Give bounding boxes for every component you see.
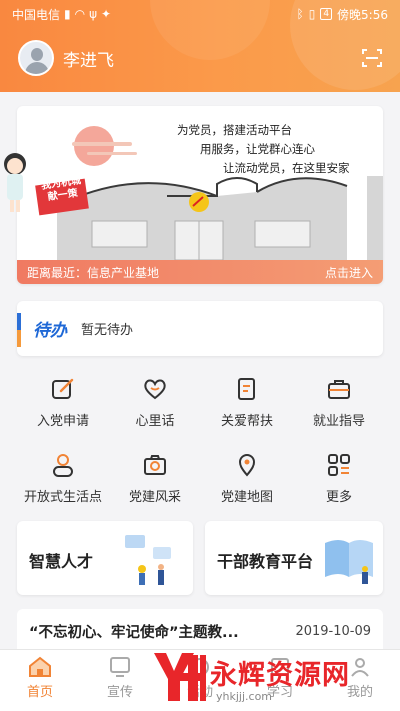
map-pin-icon (238, 454, 256, 477)
grid-item-living-point[interactable]: 开放式生活点 (17, 452, 109, 505)
wifi-icon: ◠ (74, 7, 86, 21)
news-title: “不忘初心、牢记使命”主题教... (29, 624, 239, 641)
tab-label: 首页 (26, 685, 53, 700)
grid-item-care[interactable]: 关爱帮扶 (201, 376, 293, 429)
briefcase-icon (328, 380, 350, 399)
grid-label: 更多 (325, 490, 352, 505)
status-bar: 中国电信 ▮ ◠ ψ ✦ ᛒ ▯ 4 傍晚5:56 (0, 0, 400, 28)
card-title: 干部教育平台 (217, 552, 314, 571)
battery-icon: 4 (320, 8, 333, 20)
card-cadre-education[interactable]: 干部教育平台 (205, 521, 383, 595)
watermark-url: yhkjjj.com (216, 690, 273, 703)
bird-icon: ✦ (101, 7, 112, 21)
vibrate-icon: ▯ (308, 7, 316, 21)
watermark-logo-icon (154, 653, 206, 701)
monitor-icon (110, 657, 130, 677)
todo-tag: 待办 (33, 321, 67, 341)
slogan-line: 让流动党员，在这里安家 (223, 161, 350, 175)
grid-label: 就业指导 (312, 414, 365, 429)
grid-item-map[interactable]: 党建地图 (201, 452, 293, 505)
todo-text: 暂无待办 (81, 323, 134, 338)
education-illustration-icon (325, 540, 373, 584)
enter-link[interactable]: 点击进入 (325, 264, 373, 281)
person-icon (53, 454, 73, 477)
grid-item-style[interactable]: 党建风采 (109, 452, 201, 505)
heart-icon (144, 379, 166, 400)
todo-panel[interactable]: 待办 暂无待办 (17, 301, 383, 356)
bluetooth-icon: ᛒ (296, 7, 304, 21)
grid-label: 开放式生活点 (23, 490, 102, 505)
news-date: 2019-10-09 (295, 623, 371, 639)
tab-label: 宣传 (106, 685, 133, 700)
edit-icon (52, 378, 74, 399)
grid-item-heart[interactable]: 心里话 (109, 376, 201, 429)
watermark: 永辉资源网 yhkjjj.com (150, 647, 400, 707)
usb-icon: ψ (89, 7, 98, 21)
grid-item-more[interactable]: 更多 (293, 452, 385, 505)
banner-footer[interactable]: 距离最近：信息产业基地 点击进入 (17, 260, 383, 284)
tab-publicity[interactable]: 宣传 (80, 650, 160, 711)
talent-illustration-icon (125, 535, 171, 585)
document-icon (238, 378, 255, 400)
signal-icon: ▮ (64, 7, 71, 21)
banner[interactable]: 为党员，搭建活动平台 用服务，让党群心连心 让流动党员，在这里安家 我为杭城 献… (17, 106, 383, 284)
card-title: 智慧人才 (29, 552, 94, 571)
camera-icon (144, 455, 166, 475)
card-smart-talent[interactable]: 智慧人才 (17, 521, 193, 595)
user-name: 李进飞 (63, 50, 114, 71)
scan-icon[interactable] (362, 48, 382, 68)
grid-label: 入党申请 (36, 414, 89, 429)
more-icon (328, 454, 350, 476)
grid-item-apply[interactable]: 入党申请 (17, 376, 109, 429)
grid-label: 党建地图 (220, 490, 273, 505)
todo-accent-bar (17, 313, 21, 347)
tab-home[interactable]: 首页 (0, 650, 80, 711)
slogan-line: 为党员，搭建活动平台 (177, 123, 292, 137)
clock-text: 傍晚5:56 (337, 7, 388, 22)
avatar[interactable] (18, 40, 54, 76)
grid-item-employment[interactable]: 就业指导 (293, 376, 385, 429)
mascot-girl-icon (4, 153, 26, 212)
grid-label: 党建风采 (128, 490, 181, 505)
grid-label: 关爱帮扶 (220, 414, 273, 429)
carrier-text: 中国电信 (12, 7, 61, 22)
home-icon (29, 656, 51, 677)
watermark-text: 永辉资源网 (210, 660, 350, 691)
profile[interactable]: 李进飞 (18, 40, 114, 76)
slogan-line: 用服务，让党群心连心 (200, 142, 315, 156)
grid-label: 心里话 (135, 414, 175, 429)
distance-text: 距离最近：信息产业基地 (27, 265, 160, 280)
header: 中国电信 ▮ ◠ ψ ✦ ᛒ ▯ 4 傍晚5:56 李进飞 (0, 0, 400, 92)
